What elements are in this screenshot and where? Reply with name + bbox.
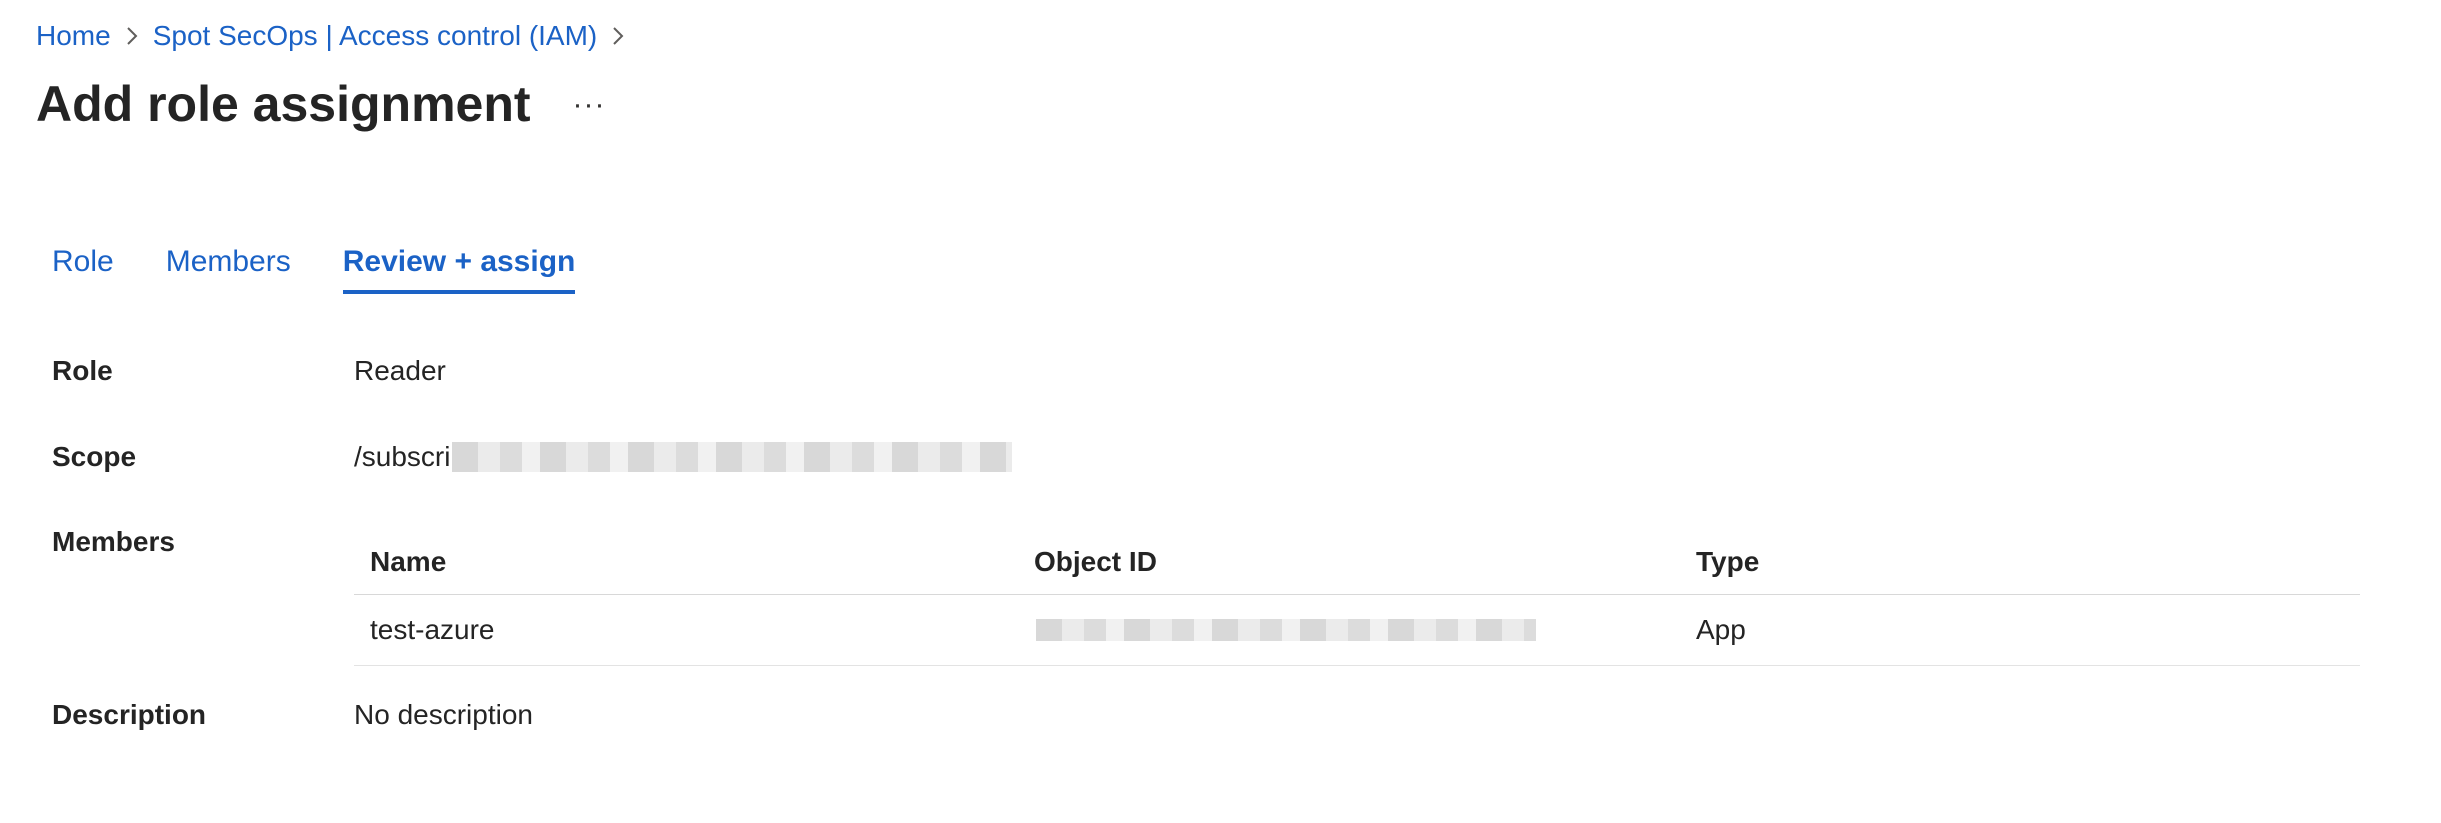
tab-role[interactable]: Role [52, 240, 114, 294]
table-row: test-azure App [354, 595, 2360, 666]
column-header-object-id: Object ID [1034, 546, 1157, 577]
members-label: Members [52, 526, 175, 557]
tab-review-assign[interactable]: Review + assign [342, 240, 576, 294]
title-row: Add role assignment ··· [36, 72, 606, 136]
breadcrumb-home-link[interactable]: Home [36, 18, 111, 54]
description-value: No description [354, 699, 533, 730]
page-title: Add role assignment [36, 76, 531, 132]
member-type: App [1696, 614, 1746, 645]
redacted-block [1036, 619, 1536, 641]
scope-value: /subscri [354, 439, 1013, 475]
breadcrumb-iam-link[interactable]: Spot SecOps | Access control (IAM) [153, 18, 598, 54]
chevron-right-icon [125, 25, 139, 47]
table-header: Name Object ID Type [354, 530, 2360, 595]
role-label: Role [52, 355, 113, 386]
chevron-right-icon [611, 25, 625, 47]
role-value: Reader [354, 355, 446, 386]
members-table: Name Object ID Type test-azure App [354, 530, 2360, 666]
column-header-type: Type [1696, 546, 1760, 577]
description-label: Description [52, 699, 207, 730]
scope-label: Scope [52, 441, 137, 472]
breadcrumb: Home Spot SecOps | Access control (IAM) [36, 18, 639, 54]
column-header-name: Name [370, 546, 447, 577]
member-name: test-azure [370, 614, 495, 645]
member-object-id [1018, 619, 1680, 641]
scope-value-text: /subscri [354, 441, 451, 472]
tab-members[interactable]: Members [166, 240, 291, 294]
tab-bar: Role Members Review + assign [52, 240, 627, 294]
more-options-button[interactable]: ··· [573, 90, 606, 120]
redacted-block [452, 442, 1013, 472]
